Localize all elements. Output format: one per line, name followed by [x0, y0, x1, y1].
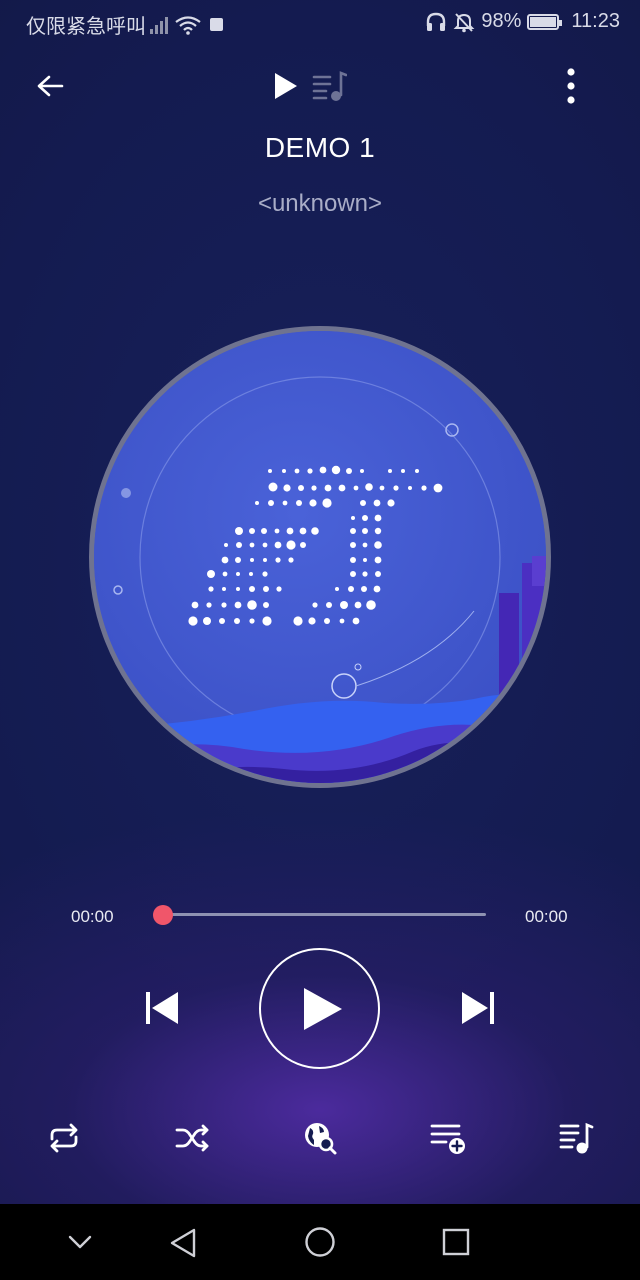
nav-recents-button[interactable]: [434, 1220, 478, 1264]
now-playing-tab[interactable]: [266, 66, 306, 106]
wifi-icon: [175, 15, 201, 35]
playlist-icon: [312, 71, 347, 101]
system-navigation-bar: [0, 1204, 640, 1280]
skip-previous-icon: [146, 992, 178, 1024]
more-options-button[interactable]: [552, 64, 590, 108]
circle-home-icon: [305, 1227, 335, 1257]
seek-bar[interactable]: [164, 913, 486, 916]
playlist-add-icon: [430, 1124, 465, 1154]
nav-home-button[interactable]: [298, 1220, 342, 1264]
album-artwork-image: [94, 331, 546, 783]
chevron-down-icon: [68, 1235, 92, 1249]
status-left: 仅限紧急呼叫: [26, 10, 223, 39]
play-icon: [275, 73, 297, 99]
search-online-button[interactable]: [298, 1116, 342, 1160]
elapsed-time: 00:00: [71, 907, 114, 926]
more-vertical-icon: [567, 68, 575, 104]
battery-percent: 98%: [481, 10, 522, 32]
song-artist: <unknown>: [257, 190, 383, 217]
repeat-button[interactable]: [42, 1116, 86, 1160]
skip-next-icon: [462, 992, 494, 1024]
status-right: 98% 11:23: [425, 10, 620, 33]
carrier-text: 仅限紧急呼叫: [26, 16, 146, 38]
square-recents-icon: [442, 1228, 470, 1256]
album-art: [89, 326, 551, 788]
signal-icon: [150, 16, 170, 34]
notification-icon: [210, 18, 223, 31]
shuffle-button[interactable]: [170, 1116, 214, 1160]
repeat-icon: [50, 1123, 78, 1153]
globe-search-icon: [305, 1123, 337, 1155]
play-pause-button[interactable]: [259, 948, 380, 1069]
nav-hide-button[interactable]: [60, 1222, 100, 1262]
queue-button[interactable]: [554, 1116, 598, 1160]
add-to-playlist-button[interactable]: [426, 1116, 470, 1160]
previous-button[interactable]: [136, 982, 188, 1034]
triangle-back-icon: [170, 1228, 196, 1258]
seek-thumb[interactable]: [153, 905, 173, 925]
song-title: DEMO 1: [264, 132, 376, 163]
back-button[interactable]: [28, 64, 72, 108]
next-button[interactable]: [452, 982, 504, 1034]
total-duration: 00:00: [525, 907, 568, 926]
arrow-left-icon: [37, 75, 64, 97]
queue-tab[interactable]: [308, 66, 350, 106]
battery-icon: [527, 13, 563, 30]
clock: 11:23: [571, 10, 620, 32]
status-bar: 仅限紧急呼叫 98% 11:23: [0, 0, 640, 44]
nav-back-button[interactable]: [162, 1222, 204, 1264]
bell-off-icon: [453, 12, 475, 32]
play-icon: [303, 987, 342, 1030]
headphones-icon: [427, 12, 446, 31]
queue-music-icon: [559, 1122, 594, 1154]
shuffle-icon: [175, 1124, 209, 1152]
